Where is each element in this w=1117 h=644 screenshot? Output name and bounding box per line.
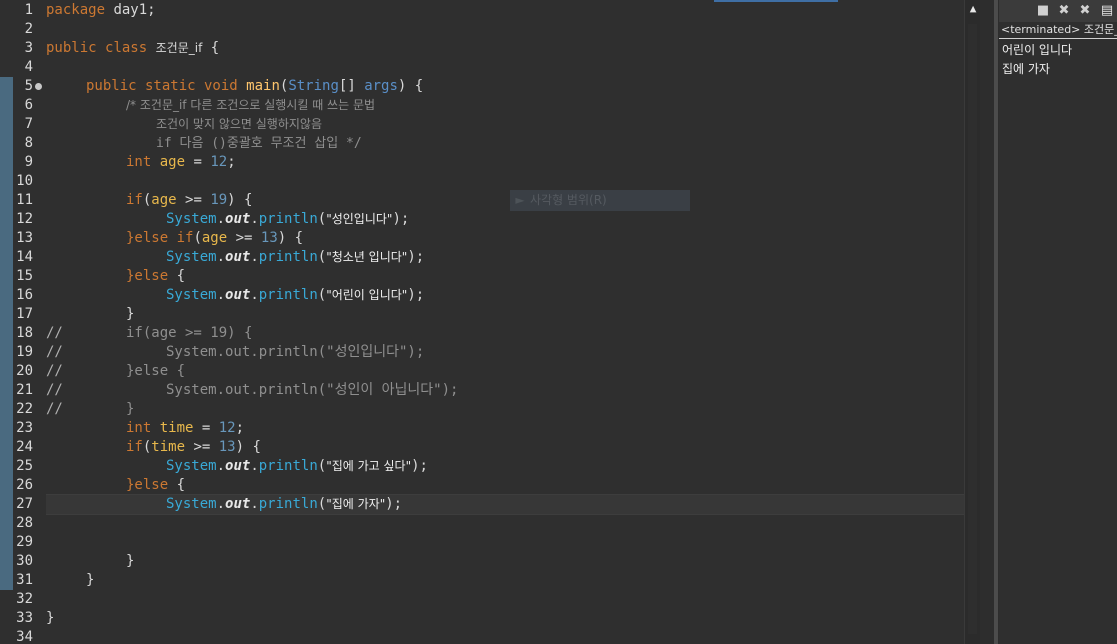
scrollbar-thumb[interactable] xyxy=(968,24,977,634)
play-icon: ► xyxy=(515,193,525,207)
block-selection-tooltip[interactable]: ► 사각형 범위(R) xyxy=(510,190,690,211)
line-number: 24 xyxy=(16,439,33,455)
line-number: 9 xyxy=(24,154,33,170)
line-number: 20 xyxy=(16,363,33,379)
line-number: 10 xyxy=(16,173,33,189)
code-line-14: System.out.println("청소년 입니다"); xyxy=(166,249,425,265)
code-line-5: public static void main(String[] args) { xyxy=(86,78,424,94)
code-line-20: }else { xyxy=(126,363,186,379)
line-number: 29 xyxy=(16,534,33,550)
tooltip-label: 사각형 범위(R) xyxy=(530,193,607,207)
code-line-18: if(age >= 19) { xyxy=(126,325,253,341)
console-view-menu-icon[interactable]: ▤ xyxy=(1099,3,1115,19)
stop-icon[interactable]: ■ xyxy=(1035,3,1051,19)
line-number: 4 xyxy=(24,59,33,75)
fold-toggle-icon[interactable] xyxy=(35,83,42,90)
line-number: 19 xyxy=(16,344,33,360)
view-splitter[interactable] xyxy=(980,0,999,644)
code-line-25: System.out.println("집에 가고 싶다"); xyxy=(166,458,428,474)
remove-launch-icon[interactable]: ✖ xyxy=(1056,3,1072,19)
line-number: 22 xyxy=(16,401,33,417)
code-line-21: System.out.println("성인이 아닙니다"); xyxy=(166,382,459,398)
scroll-up-icon[interactable]: ▲ xyxy=(967,2,979,16)
code-line-21-prefix: // xyxy=(46,382,63,398)
code-line-22-prefix: // xyxy=(46,401,63,417)
line-number: 3 xyxy=(24,40,33,56)
code-line-18-prefix: // xyxy=(46,325,63,341)
line-number: 7 xyxy=(24,116,33,132)
code-line-31: } xyxy=(86,572,95,588)
code-line-6: /* 조건문_if 다른 조건으로 실행시킬 때 쓰는 문법 xyxy=(126,98,376,112)
line-number: 1 xyxy=(24,2,33,18)
line-number: 12 xyxy=(16,211,33,227)
line-number: 25 xyxy=(16,458,33,474)
code-line-8: if 다음 ()중괄호 무조건 삽입 */ xyxy=(156,136,362,151)
code-line-19-prefix: // xyxy=(46,344,63,360)
code-line-19: System.out.println("성인입니다"); xyxy=(166,344,425,360)
code-line-17: } xyxy=(126,306,135,322)
editor-vertical-scrollbar[interactable]: ▲ xyxy=(964,0,981,644)
code-line-26: }else { xyxy=(126,477,186,493)
code-line-27: System.out.println("집에 가자"); xyxy=(166,496,403,512)
remove-all-launches-icon[interactable]: ✖ xyxy=(1077,3,1093,19)
code-line-24: if(time >= 13) { xyxy=(126,439,261,455)
code-line-22: } xyxy=(126,401,135,417)
console-output-line-1: 어린이 입니다 xyxy=(1002,43,1073,57)
console-output-line-2: 집에 가자 xyxy=(1002,62,1050,76)
line-number: 8 xyxy=(24,135,33,151)
console-status-header: <terminated> 조건문_if xyxy=(999,22,1117,39)
line-number: 34 xyxy=(16,629,33,644)
code-line-3: public class 조건문_if { xyxy=(46,40,220,56)
line-number: 14 xyxy=(16,249,33,265)
code-line-13: }else if(age >= 13) { xyxy=(126,230,304,246)
code-line-23: int time = 12; xyxy=(126,420,245,436)
line-number: 5 xyxy=(24,78,33,94)
line-number: 23 xyxy=(16,420,33,436)
code-line-1: package day1; xyxy=(46,2,156,18)
code-line-30: } xyxy=(126,553,135,569)
line-number: 21 xyxy=(16,382,33,398)
splitter-bar xyxy=(994,0,998,644)
line-number: 2 xyxy=(24,21,33,37)
line-number: 6 xyxy=(24,97,33,113)
editor-tab-indicator xyxy=(714,0,838,2)
code-line-16: System.out.println("어린이 입니다"); xyxy=(166,287,425,303)
code-line-12: System.out.println("성인입니다"); xyxy=(166,211,410,227)
line-number: 15 xyxy=(16,268,33,284)
console-view: ■ ✖ ✖ ▤ <terminated> 조건문_if 어린이 입니다 집에 가… xyxy=(999,0,1117,644)
line-number: 33 xyxy=(16,610,33,626)
line-number: 16 xyxy=(16,287,33,303)
line-number: 30 xyxy=(16,553,33,569)
line-number: 18 xyxy=(16,325,33,341)
code-editor[interactable]: 1 2 3 4 5 6 7 8 9 10 11 12 13 14 15 16 17 18 19 20 21 22 23 24 2… xyxy=(0,0,964,644)
code-line-11: if(age >= 19) { xyxy=(126,192,253,208)
line-number: 32 xyxy=(16,591,33,607)
code-line-7: 조건이 맞지 않으면 실행하지않음 xyxy=(156,117,323,131)
line-number: 28 xyxy=(16,515,33,531)
code-line-20-prefix: // xyxy=(46,363,63,379)
code-line-9: int age = 12; xyxy=(126,154,236,170)
line-number: 17 xyxy=(16,306,33,322)
line-number: 26 xyxy=(16,477,33,493)
code-line-15: }else { xyxy=(126,268,186,284)
change-ruler xyxy=(0,77,13,590)
line-number: 11 xyxy=(16,192,33,208)
code-line-33: } xyxy=(46,610,55,626)
line-number: 31 xyxy=(16,572,33,588)
line-number: 13 xyxy=(16,230,33,246)
console-toolbar: ■ ✖ ✖ ▤ xyxy=(999,0,1117,22)
line-number: 27 xyxy=(16,496,33,512)
